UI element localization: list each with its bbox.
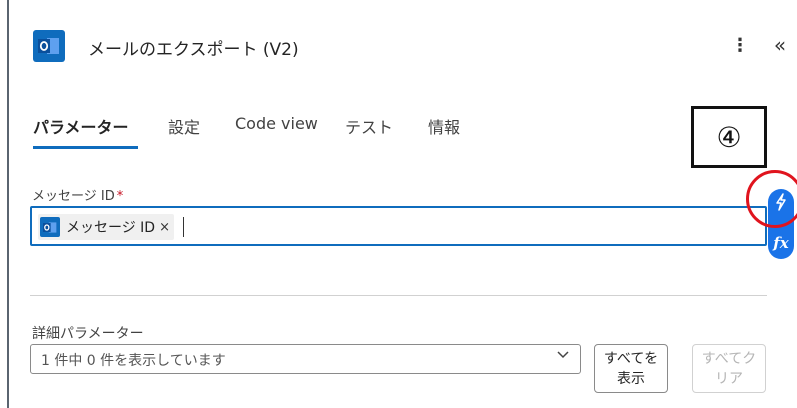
highlight-circle xyxy=(746,170,797,228)
advanced-parameters-label: 詳細パラメーター xyxy=(32,326,144,342)
message-id-label-text: メッセージ ID xyxy=(32,189,115,204)
dynamic-content-token[interactable]: メッセージ ID × xyxy=(38,214,174,240)
tab-settings[interactable]: 設定 xyxy=(168,114,200,138)
token-remove-button[interactable]: × xyxy=(159,220,170,235)
text-caret xyxy=(183,217,184,237)
tab-test[interactable]: テスト xyxy=(345,114,393,138)
chevron-down-icon[interactable] xyxy=(556,348,570,362)
clear-all-button[interactable]: すべてクリア xyxy=(692,344,766,393)
outlook-icon xyxy=(40,217,60,237)
page-title: メールのエクスポート (V2) xyxy=(88,40,299,60)
message-id-label: メッセージ ID * xyxy=(32,185,123,204)
outlook-icon xyxy=(33,30,65,62)
collapse-panel-button[interactable]: « xyxy=(768,33,792,59)
section-divider xyxy=(30,295,767,296)
tab-parameters[interactable]: パラメーター xyxy=(33,114,129,138)
expression-button[interactable]: fx xyxy=(770,230,792,256)
token-label: メッセージ ID xyxy=(66,220,156,236)
show-all-button[interactable]: すべてを表示 xyxy=(594,344,668,393)
tab-code-view[interactable]: Code view xyxy=(235,114,318,133)
annotation-callout: ④ xyxy=(691,106,767,168)
tab-info[interactable]: 情報 xyxy=(428,114,460,138)
more-options-button[interactable]: ⋮ xyxy=(730,36,750,60)
advanced-parameters-dropdown-value: 1 件中 0 件を表示しています xyxy=(41,353,226,369)
required-marker: * xyxy=(116,189,124,204)
active-tab-indicator xyxy=(33,146,138,149)
